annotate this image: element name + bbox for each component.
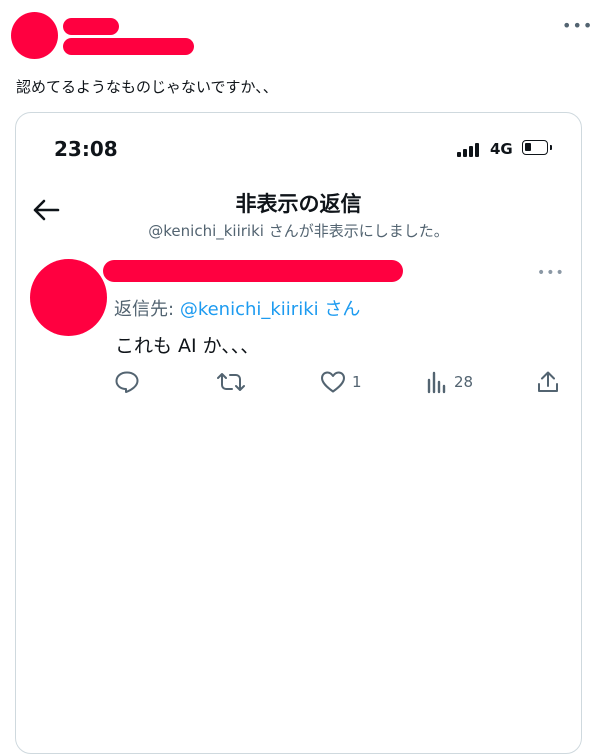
comment-icon xyxy=(115,371,139,393)
reply-avatar[interactable] xyxy=(30,259,107,336)
author-avatar[interactable] xyxy=(11,12,58,59)
repost-button[interactable] xyxy=(217,370,245,394)
signal-strength-icon xyxy=(457,141,479,157)
more-options-icon[interactable]: ••• xyxy=(562,18,593,34)
heart-icon xyxy=(321,371,345,393)
like-count: 1 xyxy=(352,373,362,391)
author-display-name[interactable] xyxy=(63,18,119,35)
share-button[interactable] xyxy=(536,370,560,394)
tweet-text: 認めてるようなものじゃないですか、、 xyxy=(16,78,278,96)
status-bar-time: 23:08 xyxy=(54,137,118,161)
reply-author-name[interactable] xyxy=(103,260,403,282)
reply-to-handle[interactable]: @kenichi_kiiriki さん xyxy=(180,299,361,320)
battery-icon xyxy=(522,140,552,155)
page-subtitle: @kenichi_kiiriki さんが非表示にしました。 xyxy=(148,222,449,240)
reply-to-line: 返信先: @kenichi_kiiriki さん xyxy=(114,295,360,321)
analytics-icon xyxy=(427,371,446,394)
author-handle[interactable] xyxy=(63,38,194,55)
reply-to-label: 返信先: xyxy=(114,299,175,320)
reply-more-icon[interactable]: ••• xyxy=(537,265,565,281)
share-icon xyxy=(538,371,558,392)
repost-icon xyxy=(217,373,245,391)
views-button[interactable]: 28 xyxy=(426,370,473,394)
network-type: 4G xyxy=(490,140,513,158)
battery-level xyxy=(525,143,531,151)
views-count: 28 xyxy=(454,373,474,391)
page-title: 非表示の返信 xyxy=(235,192,362,216)
reply-button[interactable] xyxy=(114,370,140,394)
reply-text: これも AI か、、、 xyxy=(115,335,260,357)
like-button[interactable]: 1 xyxy=(320,370,362,394)
attached-image[interactable]: 23:08 4G 非表示の返信 @kenichi_kiiriki さんが非表示に… xyxy=(15,112,582,754)
